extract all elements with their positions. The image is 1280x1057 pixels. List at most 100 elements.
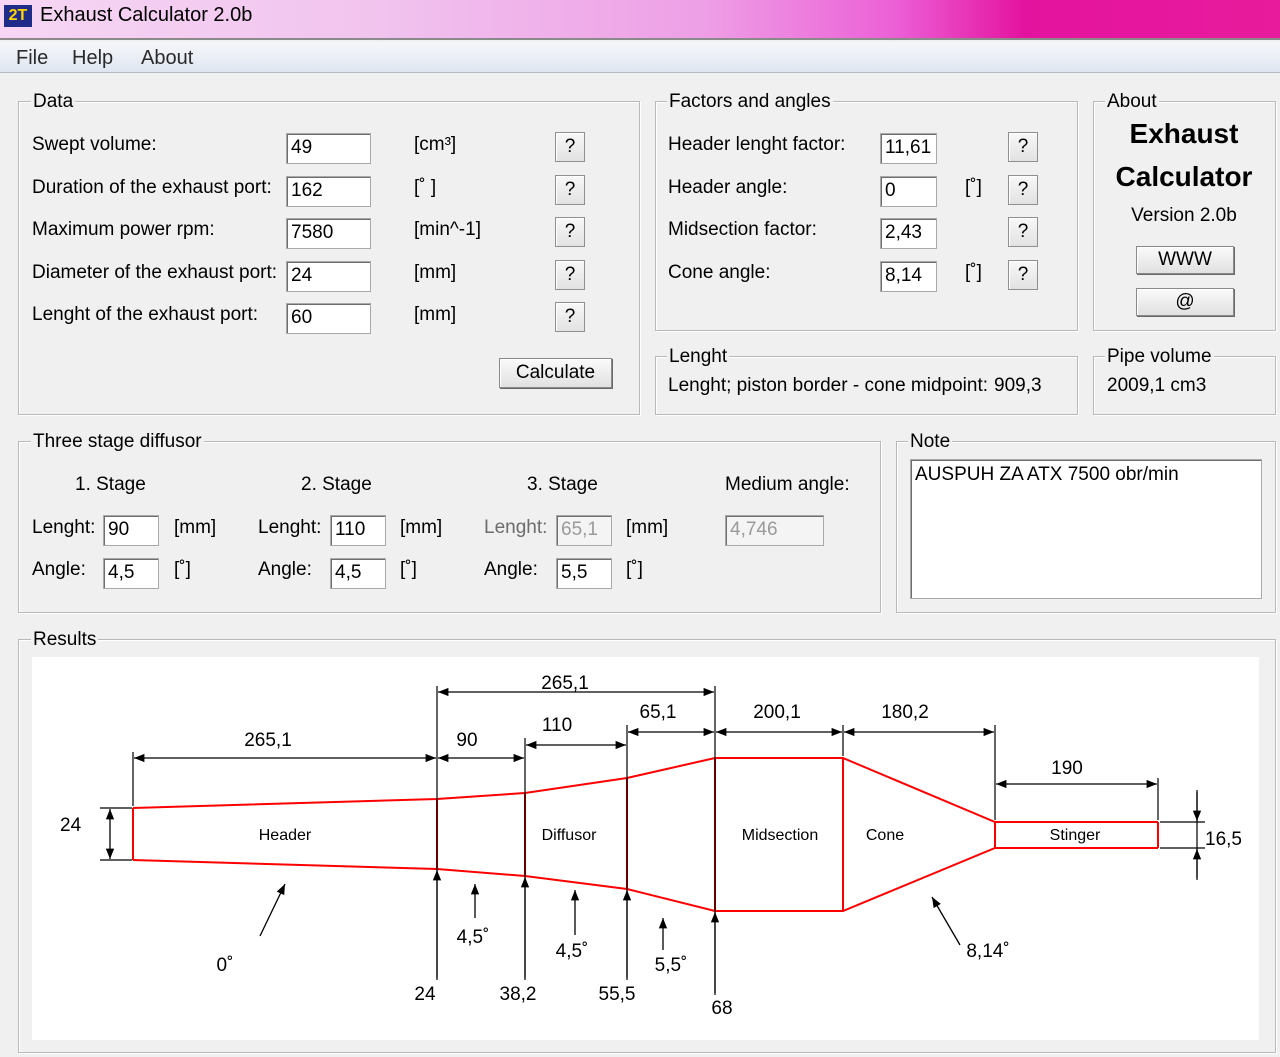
cone-angle-pointer — [931, 896, 961, 946]
swept-volume-unit: [cm³] — [414, 134, 457, 155]
header-length-factor-input[interactable]: 11,61 — [880, 133, 937, 164]
pipe-top-edge — [132, 757, 1158, 823]
header-angle-help-button[interactable]: ? — [1008, 175, 1038, 205]
stage2-length-input[interactable]: 110 — [330, 515, 386, 546]
exhaust-duration-help-button[interactable]: ? — [555, 175, 585, 205]
stage3-length-unit: [mm] — [626, 517, 669, 538]
stage2-angle-unit: [˚] — [400, 559, 417, 580]
stage2-angle-label: 4,5˚ — [556, 941, 589, 962]
dim-stinger-label: 190 — [1051, 758, 1083, 779]
data-group-title: Data — [31, 91, 76, 113]
stage1-length-unit: [mm] — [174, 517, 217, 538]
swept-volume-label: Swept volume: — [32, 134, 157, 155]
stage3-length-label: Lenght: — [484, 517, 548, 538]
medium-angle-label: Medium angle: — [725, 474, 850, 495]
note-textarea[interactable]: AUSPUH ZA ATX 7500 obr/min — [910, 459, 1262, 599]
header-angle-label: Header angle: — [668, 177, 788, 198]
diameter-label-38: 38,2 — [500, 984, 537, 1005]
port-diameter-input[interactable]: 24 — [286, 261, 371, 292]
cone-angle-unit: [˚] — [965, 262, 982, 283]
midsection-factor-input[interactable]: 2,43 — [880, 218, 937, 249]
header-angle-input[interactable]: 0 — [880, 176, 937, 207]
www-button[interactable]: WWW — [1136, 246, 1234, 274]
section-label-stinger: Stinger — [1050, 827, 1101, 844]
email-button[interactable]: @ — [1136, 288, 1234, 316]
about-group-title: About — [1105, 91, 1159, 113]
app-icon: 2T — [4, 5, 32, 27]
port-length-label: Lenght of the exhaust port: — [32, 304, 259, 325]
calculate-button[interactable]: Calculate — [499, 358, 612, 388]
diameter-label-55: 55,5 — [599, 984, 636, 1005]
max-power-rpm-label: Maximum power rpm: — [32, 219, 215, 240]
dim-midsection-label: 200,1 — [753, 702, 801, 723]
cone-angle-label: Cone angle: — [668, 262, 771, 283]
dim-header-length-label: 265,1 — [244, 730, 292, 751]
section-label-header: Header — [259, 827, 312, 844]
length-result-label: Lenght; piston border - cone midpoint: — [668, 375, 989, 396]
stage3-title: 3. Stage — [527, 474, 598, 495]
section-label-midsection: Midsection — [742, 827, 818, 844]
inlet-diameter-label: 24 — [60, 815, 82, 836]
exhaust-duration-input[interactable]: 162 — [286, 176, 371, 207]
stage3-angle-label: 5,5˚ — [655, 955, 688, 976]
stage1-length-label: Lenght: — [32, 517, 96, 538]
stage2-angle-label: Angle: — [258, 559, 312, 580]
stage3-length-input: 65,1 — [556, 515, 612, 546]
cone-angle-label: 8,14˚ — [966, 941, 1009, 962]
midsection-factor-help-button[interactable]: ? — [1008, 217, 1038, 247]
stage3-angle-unit: [˚] — [626, 559, 643, 580]
menu-help[interactable]: Help — [72, 47, 113, 70]
section-label-cone: Cone — [866, 827, 904, 844]
cone-angle-input[interactable]: 8,14 — [880, 261, 937, 292]
stage2-angle-input[interactable]: 4,5 — [330, 558, 386, 589]
header-angle-pointer — [259, 883, 286, 937]
about-version: Version 2.0b — [1131, 205, 1237, 226]
length-result-value: 909,3 — [994, 375, 1042, 396]
header-angle-unit: [˚] — [965, 177, 982, 198]
stage1-angle-label: Angle: — [32, 559, 86, 580]
stage1-angle-label: 4,5˚ — [457, 927, 490, 948]
port-diameter-label: Diameter of the exhaust port: — [32, 262, 278, 283]
dim-cone-label: 180,2 — [881, 702, 929, 723]
port-length-unit: [mm] — [414, 304, 457, 325]
title-bar-divider — [0, 38, 1280, 40]
stage2-title: 2. Stage — [301, 474, 372, 495]
stage1-angle-input[interactable]: 4,5 — [103, 558, 159, 589]
stage1-title: 1. Stage — [75, 474, 146, 495]
exhaust-duration-unit: [˚ ] — [414, 177, 437, 198]
section-label-diffusor: Diffusor — [542, 827, 598, 844]
diameter-label-68: 68 — [711, 998, 732, 1019]
max-power-rpm-unit: [min^-1] — [414, 219, 481, 240]
header-angle-label: 0˚ — [217, 955, 234, 976]
stage2-length-label: Lenght: — [258, 517, 322, 538]
header-length-factor-help-button[interactable]: ? — [1008, 132, 1038, 162]
port-diameter-unit: [mm] — [414, 262, 457, 283]
header-length-factor-label: Header lenght factor: — [668, 134, 846, 155]
results-group-title: Results — [31, 629, 99, 651]
exhaust-diagram-panel: Header Diffusor Midsection Cone Stinger — [32, 657, 1259, 1040]
port-length-input[interactable]: 60 — [286, 303, 371, 334]
about-app-name-line2: Calculator — [1115, 161, 1253, 192]
port-diameter-help-button[interactable]: ? — [555, 260, 585, 290]
dim-diffusor-total-label: 265,1 — [541, 673, 589, 694]
swept-volume-help-button[interactable]: ? — [555, 132, 585, 162]
stage2-length-unit: [mm] — [400, 517, 443, 538]
stage1-length-input[interactable]: 90 — [103, 515, 159, 546]
swept-volume-input[interactable]: 49 — [286, 133, 371, 164]
dim-stage3-label: 65,1 — [640, 702, 677, 723]
menu-about[interactable]: About — [141, 47, 193, 70]
midsection-factor-label: Midsection factor: — [668, 219, 817, 240]
max-power-rpm-input[interactable]: 7580 — [286, 218, 371, 249]
exhaust-duration-label: Duration of the exhaust port: — [32, 177, 272, 198]
pipe-volume-group-title: Pipe volume — [1105, 346, 1214, 368]
stinger-diameter-label: 16,5 — [1205, 829, 1242, 850]
port-length-help-button[interactable]: ? — [555, 302, 585, 332]
length-group-title: Lenght — [667, 346, 730, 368]
factors-group-title: Factors and angles — [667, 91, 833, 113]
menu-file[interactable]: File — [16, 47, 48, 70]
pipe-bottom-edge — [132, 847, 1158, 912]
dim-stage2-label: 110 — [542, 715, 572, 736]
stage3-angle-input[interactable]: 5,5 — [556, 558, 612, 589]
max-power-rpm-help-button[interactable]: ? — [555, 217, 585, 247]
cone-angle-help-button[interactable]: ? — [1008, 260, 1038, 290]
